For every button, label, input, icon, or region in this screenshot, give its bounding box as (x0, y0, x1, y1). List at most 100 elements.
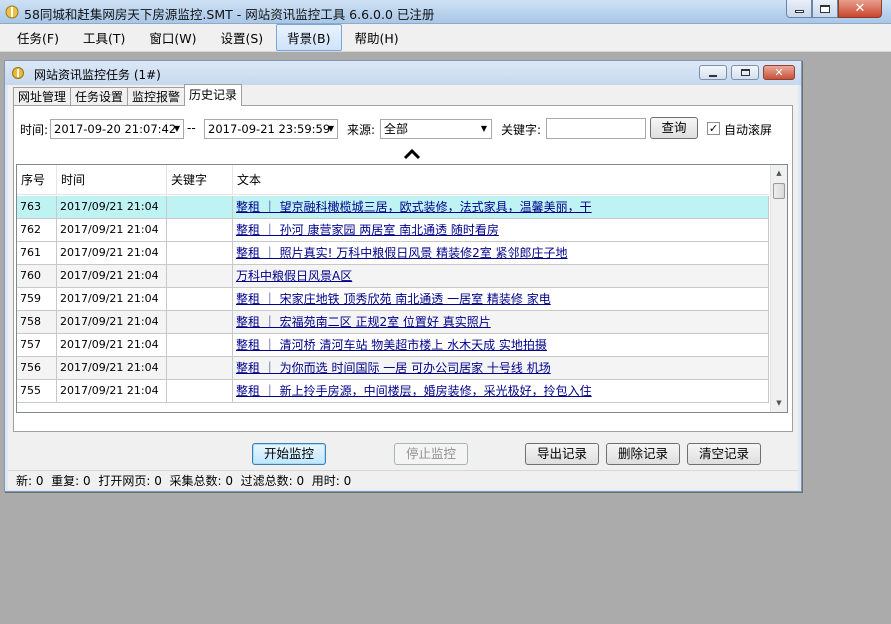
row-keyword (167, 334, 233, 356)
menu-settings[interactable]: 设置(S) (209, 24, 274, 51)
row-keyword (167, 288, 233, 310)
clear-records-button[interactable]: 清空记录 (687, 443, 761, 465)
keyword-input[interactable] (546, 118, 646, 139)
app-title: 58同城和赶集网房天下房源监控.SMT - 网站资讯监控工具 6.6.0.0 已… (24, 7, 435, 22)
table-row[interactable]: 756 2017/09/21 21:04 整租 ｜ 为你而选 时间国际 一居 可… (17, 357, 769, 380)
table-row[interactable]: 755 2017/09/21 21:04 整租 ｜ 新上拎手房源，中间楼层，婚房… (17, 380, 769, 403)
row-keyword (167, 196, 233, 218)
child-window-title: 网站资讯监控任务 (1#) (34, 68, 161, 82)
column-header-text[interactable]: 文本 (233, 165, 769, 195)
collapse-caret-icon[interactable] (402, 148, 422, 160)
scroll-down-icon[interactable]: ▼ (771, 395, 787, 412)
table-row[interactable]: 759 2017/09/21 21:04 整租 ｜ 宋家庄地铁 顶秀欣苑 南北通… (17, 288, 769, 311)
menu-window[interactable]: 窗口(W) (138, 24, 207, 51)
status-dup-label: 重复: (51, 474, 80, 488)
table-row[interactable]: 760 2017/09/21 21:04 万科中粮假日风景A区 (17, 265, 769, 288)
start-time-value: 2017-09-20 21:07:42 (54, 122, 177, 136)
row-time: 2017/09/21 21:04 (57, 265, 167, 287)
row-time: 2017/09/21 21:04 (57, 288, 167, 310)
table-vertical-scrollbar[interactable]: ▲ ▼ (770, 165, 787, 412)
start-monitor-button[interactable]: 开始监控 (252, 443, 326, 465)
row-keyword (167, 242, 233, 264)
tab-url-management[interactable]: 网址管理 (13, 87, 72, 106)
source-value: 全部 (384, 122, 409, 136)
minimize-button[interactable] (786, 0, 812, 18)
history-table: 序号 时间 关键字 文本 763 2017/09/21 21:04 整租 ｜ 望… (16, 164, 788, 413)
status-new-label: 新: (16, 474, 33, 488)
tab-alerts[interactable]: 监控报警 (127, 87, 186, 106)
tab-task-settings[interactable]: 任务设置 (70, 87, 129, 106)
chevron-down-icon: ▼ (480, 124, 487, 133)
row-time: 2017/09/21 21:04 (57, 311, 167, 333)
row-text-link[interactable]: 万科中粮假日风景A区 (233, 265, 769, 287)
column-header-id[interactable]: 序号 (17, 165, 57, 195)
keyword-label: 关键字: (501, 123, 542, 137)
column-header-keyword[interactable]: 关键字 (167, 165, 233, 195)
status-time-label: 用时: (311, 474, 340, 488)
maximize-icon (740, 69, 750, 76)
monitor-task-window: 网站资讯监控任务 (1#) ✕ 网址管理 任务设置 监控报警 历史记录 时间: … (4, 60, 802, 492)
row-time: 2017/09/21 21:04 (57, 219, 167, 241)
status-time-value: 0 (343, 474, 352, 488)
auto-scroll-checkbox[interactable]: ✓ (707, 122, 720, 135)
table-row[interactable]: 763 2017/09/21 21:04 整租 ｜ 望京融科橄榄城三居，欧式装修… (17, 196, 769, 219)
app-title-bar: 58同城和赶集网房天下房源监控.SMT - 网站资讯监控工具 6.6.0.0 已… (0, 0, 891, 24)
table-row[interactable]: 762 2017/09/21 21:04 整租 ｜ 孙河 康营家园 两居室 南北… (17, 219, 769, 242)
status-pages-value: 0 (154, 474, 162, 488)
menu-tools[interactable]: 工具(T) (72, 24, 136, 51)
stop-monitor-button[interactable]: 停止监控 (394, 443, 468, 465)
export-records-button[interactable]: 导出记录 (525, 443, 599, 465)
column-header-time[interactable]: 时间 (57, 165, 167, 195)
scroll-up-icon[interactable]: ▲ (771, 165, 787, 182)
close-button[interactable]: ✕ (838, 0, 882, 18)
start-time-picker[interactable]: 2017-09-20 21:07:42 ▼ (50, 119, 184, 139)
end-time-value: 2017-09-21 23:59:59 (208, 122, 331, 136)
row-text-link[interactable]: 整租 ｜ 新上拎手房源，中间楼层，婚房装修，采光极好，拎包入住 (233, 380, 769, 402)
row-text-link[interactable]: 整租 ｜ 孙河 康营家园 两居室 南北通透 随时看房 (233, 219, 769, 241)
tab-strip: 网址管理 任务设置 监控报警 历史记录 (13, 84, 243, 106)
row-text-link[interactable]: 整租 ｜ 望京融科橄榄城三居，欧式装修，法式家具，温馨美丽，干 (233, 196, 769, 218)
minimize-icon (794, 10, 804, 13)
close-icon: ✕ (774, 66, 784, 79)
row-id: 756 (17, 357, 57, 379)
row-text-link[interactable]: 整租 ｜ 清河桥 清河车站 物美超市楼上 水木天成 实地拍摄 (233, 334, 769, 356)
row-text-link[interactable]: 整租 ｜ 为你而选 时间国际 一居 可办公司居家 十号线 机场 (233, 357, 769, 379)
history-filter-bar: 时间: 2017-09-20 21:07:42 ▼ -- 2017-09-21 … (14, 106, 792, 146)
maximize-button[interactable] (812, 0, 838, 18)
status-bar: 新: 0 重复: 0 打开网页: 0 采集总数: 0 过滤总数: 0 用时: 0 (8, 470, 798, 490)
status-filter-label: 过滤总数: (240, 474, 293, 488)
row-text-link[interactable]: 整租 ｜ 宏福苑南二区 正规2室 位置好 真实照片 (233, 311, 769, 333)
menu-help[interactable]: 帮助(H) (344, 24, 410, 51)
end-time-picker[interactable]: 2017-09-21 23:59:59 ▼ (204, 119, 338, 139)
child-close-button[interactable]: ✕ (763, 65, 795, 80)
row-time: 2017/09/21 21:04 (57, 334, 167, 356)
scroll-thumb[interactable] (773, 183, 785, 199)
status-collect-value: 0 (225, 474, 233, 488)
child-minimize-button[interactable] (699, 65, 727, 80)
row-id: 755 (17, 380, 57, 402)
row-text-link[interactable]: 整租 ｜ 照片真实! 万科中粮假日风景 精装修2室 紧邻郎庄子地 (233, 242, 769, 264)
menu-background[interactable]: 背景(B) (276, 24, 342, 51)
source-select[interactable]: 全部 ▼ (380, 119, 492, 139)
child-maximize-button[interactable] (731, 65, 759, 80)
row-id: 758 (17, 311, 57, 333)
row-time: 2017/09/21 21:04 (57, 242, 167, 264)
row-id: 759 (17, 288, 57, 310)
child-title-bar: 网站资讯监控任务 (1#) ✕ (5, 61, 801, 85)
menu-task[interactable]: 任务(F) (6, 24, 70, 51)
table-row[interactable]: 761 2017/09/21 21:04 整租 ｜ 照片真实! 万科中粮假日风景… (17, 242, 769, 265)
row-id: 757 (17, 334, 57, 356)
minimize-icon (709, 74, 717, 77)
row-keyword (167, 380, 233, 402)
table-header: 序号 时间 关键字 文本 (17, 165, 769, 195)
table-row[interactable]: 757 2017/09/21 21:04 整租 ｜ 清河桥 清河车站 物美超市楼… (17, 334, 769, 357)
time-label: 时间: (20, 123, 49, 137)
row-text-link[interactable]: 整租 ｜ 宋家庄地铁 顶秀欣苑 南北通透 一居室 精装修 家电 (233, 288, 769, 310)
delete-records-button[interactable]: 删除记录 (606, 443, 680, 465)
table-row[interactable]: 758 2017/09/21 21:04 整租 ｜ 宏福苑南二区 正规2室 位置… (17, 311, 769, 334)
row-id: 760 (17, 265, 57, 287)
close-icon: ✕ (854, 1, 866, 16)
query-button[interactable]: 查询 (650, 117, 698, 139)
tab-history[interactable]: 历史记录 (184, 84, 243, 106)
status-dup-value: 0 (83, 474, 91, 488)
